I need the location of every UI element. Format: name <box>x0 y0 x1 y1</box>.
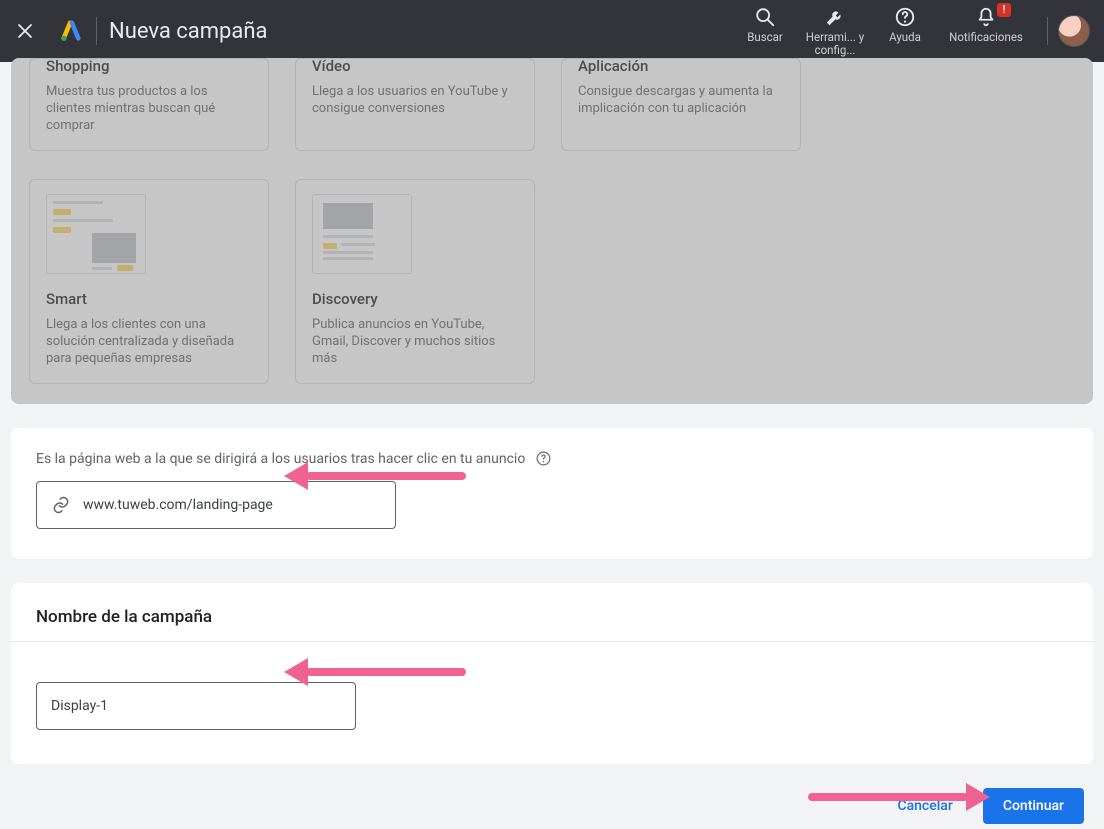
help-icon <box>894 6 916 28</box>
campaign-name-input[interactable] <box>51 698 341 714</box>
notification-badge: ! <box>997 3 1011 17</box>
search-label: Buscar <box>747 31 783 44</box>
link-icon <box>51 495 71 515</box>
card-desc: Publica anuncios en YouTube, Gmail, Disc… <box>312 316 518 367</box>
bell-icon <box>975 6 997 28</box>
app-bar: Nueva campaña Buscar Herrami... y config… <box>0 0 1104 62</box>
card-title: Discovery <box>312 290 518 308</box>
notifications-action[interactable]: ! Notificaciones <box>943 6 1029 44</box>
appbar-actions: Buscar Herrami... y config... Ayuda ! No… <box>733 6 1037 57</box>
card-title: Aplicación <box>578 57 784 75</box>
card-smart[interactable]: Smart Llega a los clientes con una soluc… <box>29 179 269 384</box>
appbar-divider-2 <box>1047 17 1048 45</box>
card-thumbnail <box>312 194 412 274</box>
card-title: Shopping <box>46 57 252 75</box>
cancel-button[interactable]: Cancelar <box>889 789 960 823</box>
search-icon <box>754 6 776 28</box>
ads-logo-icon <box>60 20 82 42</box>
wrench-icon <box>824 6 846 28</box>
landing-page-section: Es la página web a la que se dirigirá a … <box>11 428 1093 559</box>
card-thumbnail <box>46 194 146 274</box>
ads-logo <box>50 20 92 42</box>
campaign-name-section: Nombre de la campaña <box>11 583 1093 764</box>
card-desc: Muestra tus productos a los clientes mie… <box>46 83 252 134</box>
continue-button[interactable]: Continuar <box>983 788 1084 824</box>
close-icon <box>16 22 34 40</box>
help-action[interactable]: Ayuda <box>873 6 937 44</box>
landing-url-field[interactable] <box>36 481 396 529</box>
card-desc: Llega a los usuarios en YouTube y consig… <box>312 83 518 117</box>
card-app[interactable]: Aplicación Consigue descargas y aumenta … <box>561 58 801 151</box>
landing-url-input[interactable] <box>83 497 381 513</box>
campaign-name-heading: Nombre de la campaña <box>36 607 1068 627</box>
close-button[interactable] <box>0 22 50 40</box>
search-action[interactable]: Buscar <box>733 6 797 44</box>
card-title: Vídeo <box>312 57 518 75</box>
card-shopping[interactable]: Shopping Muestra tus productos a los cli… <box>29 58 269 151</box>
appbar-divider <box>96 17 97 45</box>
footer-actions: Cancelar Continuar <box>0 764 1104 824</box>
landing-help-text: Es la página web a la que se dirigirá a … <box>36 451 525 467</box>
help-circle-icon[interactable] <box>535 450 552 467</box>
card-title: Smart <box>46 290 252 308</box>
tools-action[interactable]: Herrami... y config... <box>803 6 867 57</box>
tools-label: Herrami... y config... <box>803 31 867 57</box>
campaign-name-field[interactable] <box>36 682 356 730</box>
help-label: Ayuda <box>889 31 921 44</box>
page-title: Nueva campaña <box>109 19 267 44</box>
user-avatar[interactable] <box>1058 15 1090 47</box>
card-desc: Llega a los clientes con una solución ce… <box>46 316 252 367</box>
card-discovery[interactable]: Discovery Publica anuncios en YouTube, G… <box>295 179 535 384</box>
notifications-label: Notificaciones <box>949 31 1023 44</box>
campaign-type-panel: Shopping Muestra tus productos a los cli… <box>11 58 1093 404</box>
card-video[interactable]: Vídeo Llega a los usuarios en YouTube y … <box>295 58 535 151</box>
card-desc: Consigue descargas y aumenta la implicac… <box>578 83 784 117</box>
